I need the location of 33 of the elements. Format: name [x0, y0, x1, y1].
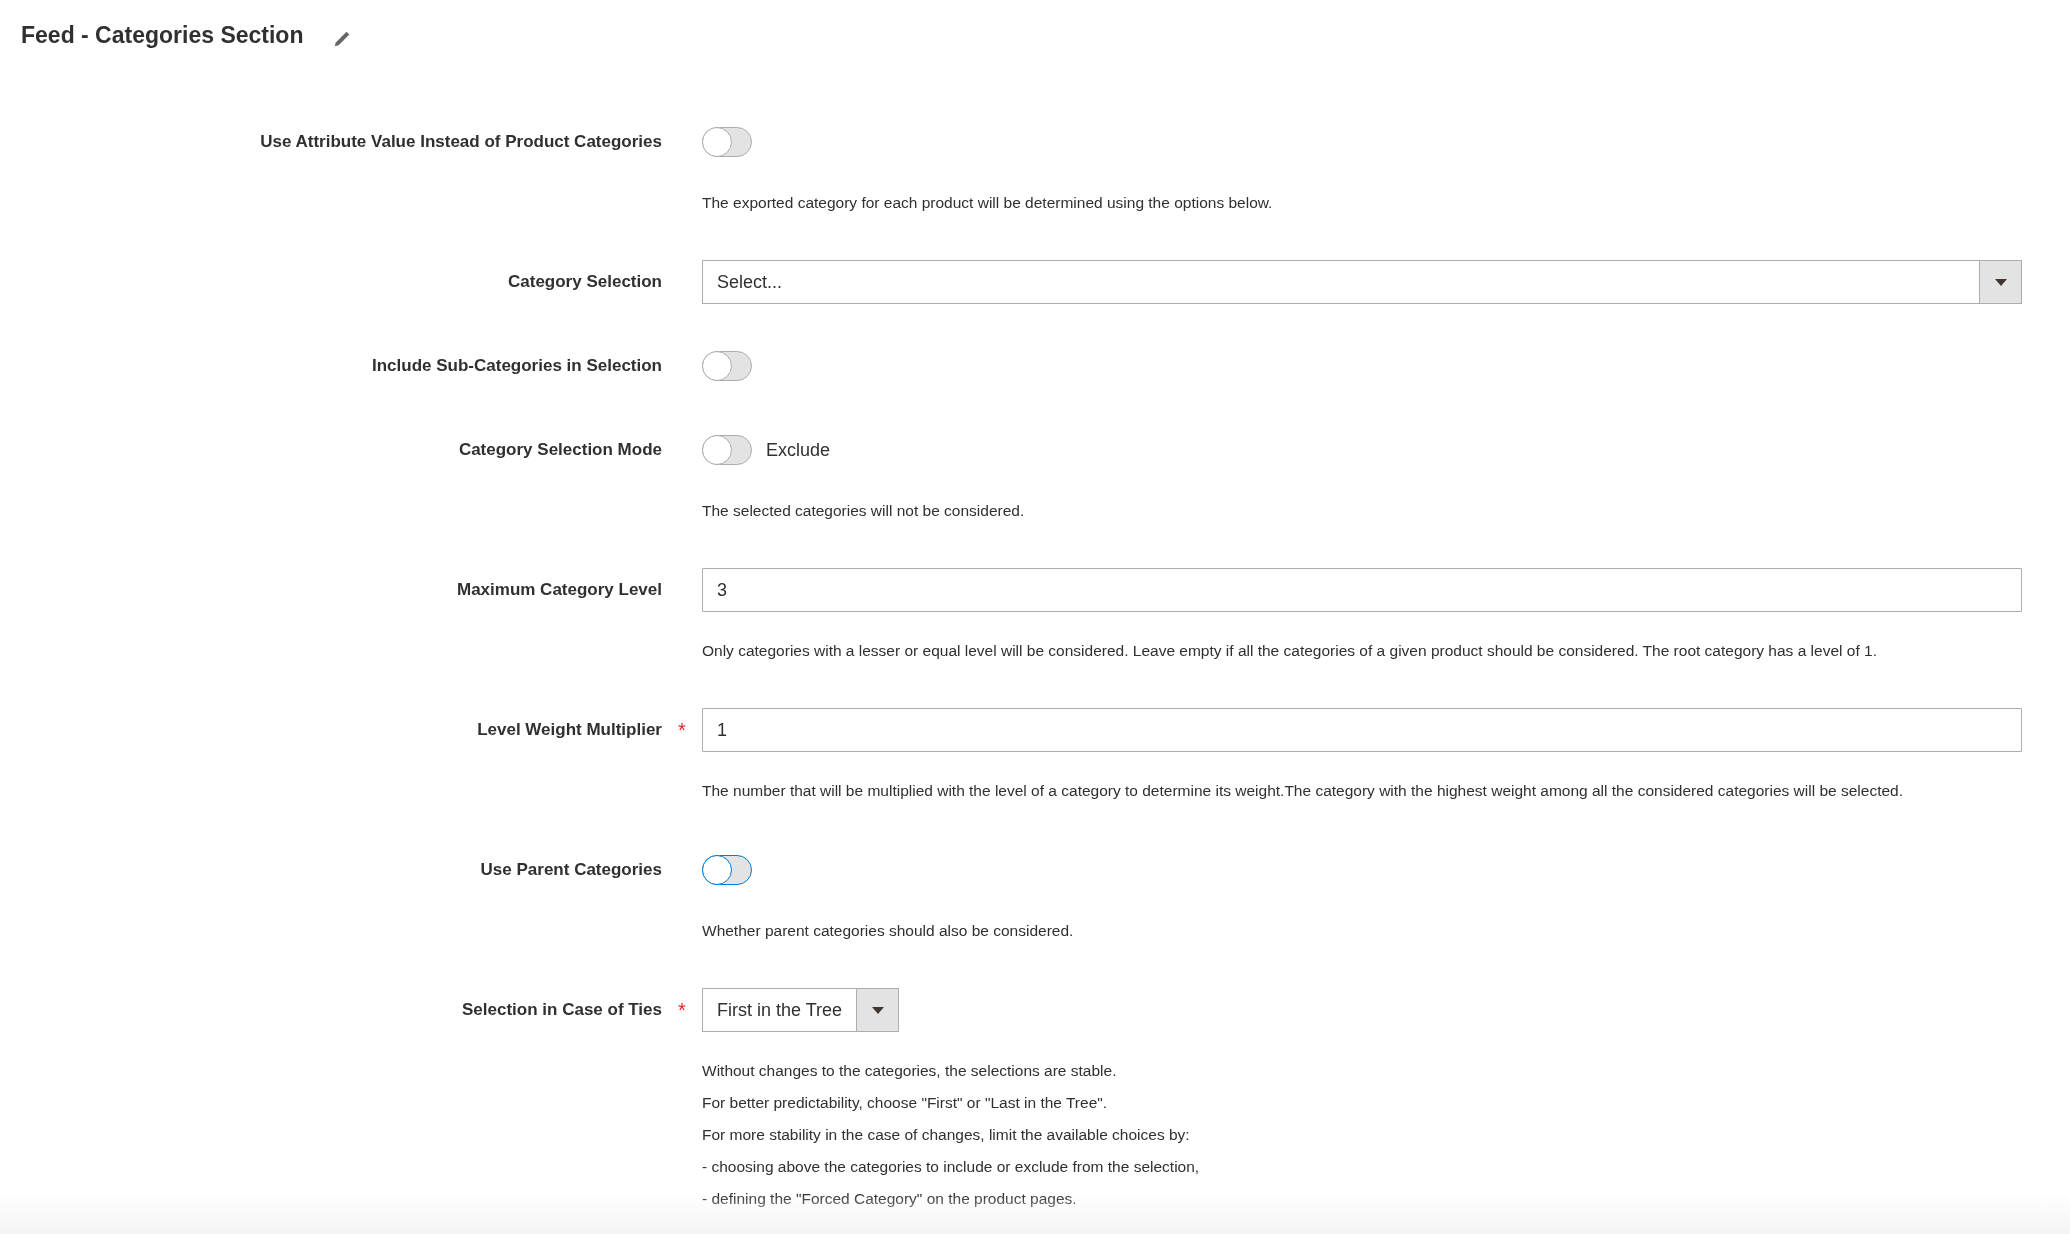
required-asterisk: *	[678, 999, 686, 1021]
field-label: Use Attribute Value Instead of Product Categories	[259, 131, 662, 153]
field-label: Use Parent Categories	[479, 859, 662, 881]
page-title: Feed - Categories Section	[21, 22, 304, 50]
dropdown-select[interactable]: First in the Tree	[702, 988, 900, 1032]
field-note: - choosing above the categories to include or exclude from the selection,	[702, 1157, 1201, 1177]
field-note: The selected categories will not be considered.	[702, 501, 1026, 521]
toggle-state-label: Exclude	[766, 438, 831, 462]
field-label: Selection in Case of Ties	[461, 999, 662, 1021]
caret-icon	[1994, 278, 2007, 286]
required-asterisk: *	[678, 719, 686, 741]
field-label: Include Sub-Categories in Selection	[371, 355, 662, 377]
field-label: Category Selection	[507, 271, 662, 293]
toggle-switch[interactable]	[702, 127, 752, 157]
caret-icon	[871, 1006, 884, 1014]
input-field[interactable]: 3	[702, 568, 2022, 612]
field-note: The exported category for each product will be determined using the options below.	[702, 193, 1274, 213]
toggle-switch[interactable]	[702, 351, 752, 381]
field-label: Maximum Category Level	[456, 579, 662, 601]
field-label: Level Weight Multiplier	[476, 719, 662, 741]
input-field[interactable]: 1	[702, 708, 2022, 752]
field-note: For more stability in the case of changes, limit the available choices by:	[702, 1125, 1191, 1145]
field-note: Only categories with a lesser or equal level will be considered. Leave empty if all the categories of a given product should be considered. The root category has a level of 1.	[702, 641, 1878, 661]
dropdown-select[interactable]: Select...	[702, 260, 2022, 304]
field-note: Whether parent categories should also be considered.	[702, 921, 1075, 941]
field-note: The number that will be multiplied with the level of a category to determine its weight.The category with the highest weight among all the considered categories will be selected.	[702, 781, 1905, 801]
toggle-switch[interactable]	[702, 855, 752, 885]
toggle-switch[interactable]	[702, 435, 752, 465]
pencil-icon[interactable]	[333, 30, 352, 48]
field-note: - defining the "Forced Category" on the product pages.	[702, 1189, 1078, 1209]
field-note: Without changes to the categories, the selections are stable.	[702, 1061, 1118, 1081]
field-note: For better predictability, choose "First" or "Last in the Tree".	[702, 1093, 1109, 1113]
field-label: Category Selection Mode	[457, 439, 662, 461]
